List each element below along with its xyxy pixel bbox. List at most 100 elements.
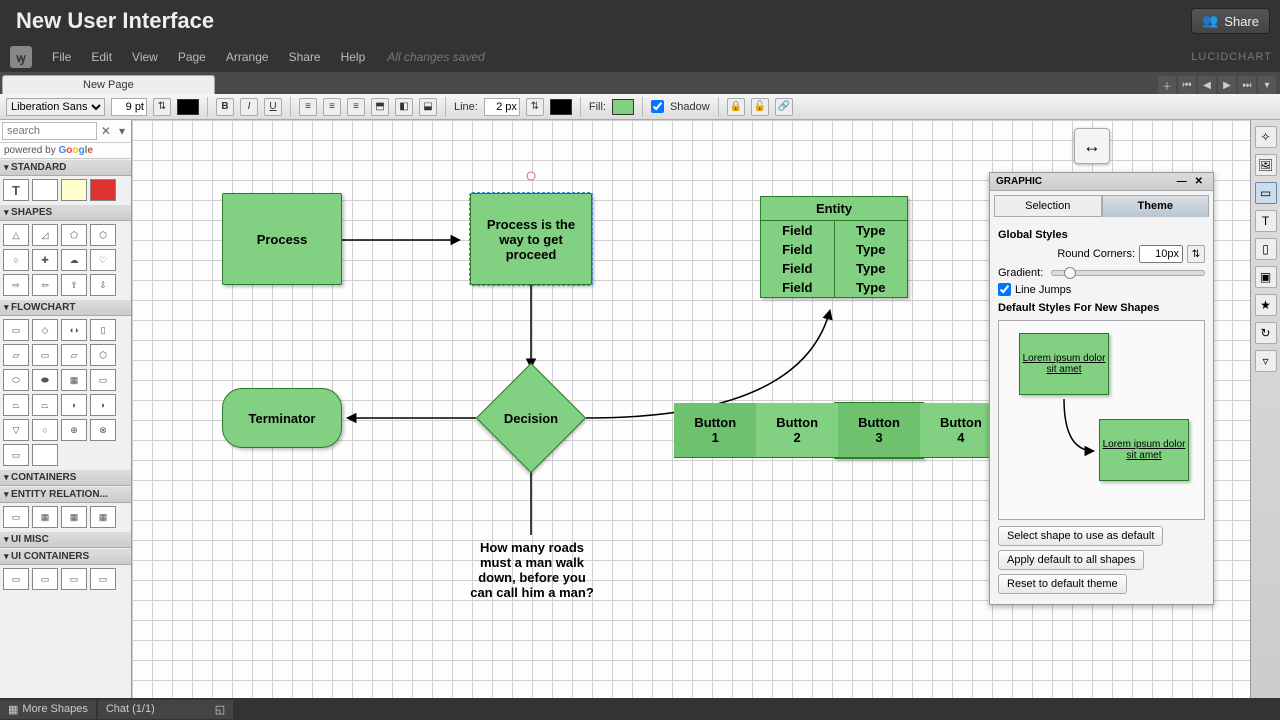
chat-expand-icon[interactable]: ◱ [215,703,225,716]
shape-note-red[interactable] [90,179,116,201]
align-left-icon[interactable]: ≡ [299,98,317,116]
rail-star-icon[interactable]: ★ [1255,294,1277,316]
apply-default-button[interactable]: Apply default to all shapes [998,550,1144,570]
shape-larrow[interactable]: ⇦ [32,274,58,296]
fill-color-swatch[interactable] [612,99,634,115]
italic-button[interactable]: I [240,98,258,116]
fc-sum[interactable]: ⊕ [61,419,87,441]
shape-oct[interactable]: ○ [3,249,29,271]
first-page-icon[interactable]: ⏮ [1178,76,1196,94]
unlock-icon[interactable]: 🔓 [751,98,769,116]
chat-panel[interactable]: Chat (1/1) ◱ [98,700,233,719]
round-corners-input[interactable] [1139,245,1183,263]
menu-arrange[interactable]: Arrange [218,46,277,68]
er-1[interactable]: ▭ [3,506,29,528]
stack-btn[interactable]: Button 3 [838,403,920,458]
font-color-swatch[interactable] [177,99,199,115]
shape-pent[interactable]: ⬠ [61,224,87,246]
fc-blank[interactable] [32,444,58,466]
shape-tri[interactable]: △ [3,224,29,246]
fc-cyl[interactable]: ⬬ [32,369,58,391]
fc-doc[interactable]: ▱ [3,344,29,366]
shape-rarrow[interactable]: ⇨ [3,274,29,296]
node-entity[interactable]: Entity FieldType FieldType FieldType Fie… [760,196,908,298]
node-button-stack[interactable]: Button 1 Button 2 Button 3 Button 4 Butt… [834,402,924,459]
fc-delay[interactable]: ◗ [90,394,116,416]
fc-disp[interactable]: ◗ [61,394,87,416]
node-process-selected[interactable]: Process is the way to get proceed [470,193,592,285]
er-2[interactable]: ▦ [32,506,58,528]
fc-hex[interactable]: ⬡ [90,344,116,366]
menu-edit[interactable]: Edit [83,46,120,68]
fc-mdoc[interactable]: ▭ [32,344,58,366]
line-jumps-checkbox[interactable] [998,283,1011,296]
fc-io[interactable]: ▱ [61,344,87,366]
menu-file[interactable]: File [44,46,79,68]
rail-image-icon[interactable]: 🖼 [1255,154,1277,176]
valign-mid-icon[interactable]: ◧ [395,98,413,116]
shape-heart[interactable]: ♡ [90,249,116,271]
fc-diam[interactable]: ◇ [32,319,58,341]
cat-shapes[interactable]: SHAPES [0,204,131,221]
share-button[interactable]: 👥 Share [1191,8,1270,34]
fc-trap2[interactable]: ⏢ [32,394,58,416]
last-page-icon[interactable]: ⏭ [1238,76,1256,94]
tab-theme[interactable]: Theme [1102,195,1210,217]
search-input[interactable] [2,122,97,140]
gradient-slider[interactable] [1051,270,1205,276]
menu-view[interactable]: View [124,46,166,68]
er-3[interactable]: ▦ [61,506,87,528]
round-stepper[interactable]: ⇅ [1187,245,1205,263]
shape-cloud[interactable]: ☁ [61,249,87,271]
underline-button[interactable]: U [264,98,282,116]
search-menu-icon[interactable]: ▾ [115,124,129,138]
shadow-checkbox[interactable] [651,100,664,113]
shape-text[interactable]: T [3,179,29,201]
select-default-button[interactable]: Select shape to use as default [998,526,1163,546]
shape-hex[interactable]: ⬡ [90,224,116,246]
cat-standard[interactable]: STANDARD [0,159,131,176]
bold-button[interactable]: B [216,98,234,116]
fc-trap[interactable]: ⏢ [3,394,29,416]
page-tab[interactable]: New Page [2,75,215,94]
reset-default-button[interactable]: Reset to default theme [998,574,1127,594]
next-page-icon[interactable]: ▶ [1218,76,1236,94]
prev-page-icon[interactable]: ◀ [1198,76,1216,94]
app-logo[interactable]: ꝡ [10,46,32,68]
shape-rect[interactable] [32,179,58,201]
clear-search-icon[interactable]: ✕ [97,124,115,138]
node-text[interactable]: How many roads must a man walk down, bef… [467,540,597,600]
lock-icon[interactable]: 🔒 [727,98,745,116]
menu-share[interactable]: Share [281,46,329,68]
fc-pred[interactable]: ▯ [90,319,116,341]
ui-1[interactable]: ▭ [3,568,29,590]
rail-text-icon[interactable]: T [1255,210,1277,232]
cat-er[interactable]: ENTITY RELATION... [0,486,131,503]
rail-page-icon[interactable]: ▯ [1255,238,1277,260]
minimize-icon[interactable]: — [1173,176,1191,187]
valign-bot-icon[interactable]: ⬓ [419,98,437,116]
cat-uicont[interactable]: UI CONTAINERS [0,548,131,565]
shape-note[interactable] [61,179,87,201]
line-width-input[interactable] [484,98,520,116]
align-right-icon[interactable]: ≡ [347,98,365,116]
rail-present-icon[interactable]: ▿ [1255,350,1277,372]
align-center-icon[interactable]: ≡ [323,98,341,116]
link-icon[interactable]: 🔗 [775,98,793,116]
line-stepper[interactable]: ⇅ [526,98,544,116]
fc-or[interactable]: ⊗ [90,419,116,441]
cat-flowchart[interactable]: FLOWCHART [0,299,131,316]
size-stepper[interactable]: ⇅ [153,98,171,116]
font-size-input[interactable] [111,98,147,116]
more-shapes-button[interactable]: ▦ More Shapes [0,700,96,719]
valign-top-icon[interactable]: ⬒ [371,98,389,116]
resize-horizontal-icon[interactable]: ↔ [1074,128,1110,164]
fc-stad[interactable]: ▭ [3,444,29,466]
shape-rtri[interactable]: ◿ [32,224,58,246]
canvas-area[interactable]: Process Process is the way to get procee… [132,120,1250,698]
fc-circ[interactable]: ○ [32,419,58,441]
fc-term[interactable]: ◖◗ [61,319,87,341]
close-icon[interactable]: ✕ [1191,176,1207,187]
rail-history-icon[interactable]: ↻ [1255,322,1277,344]
node-decision[interactable]: Decision [486,373,576,463]
